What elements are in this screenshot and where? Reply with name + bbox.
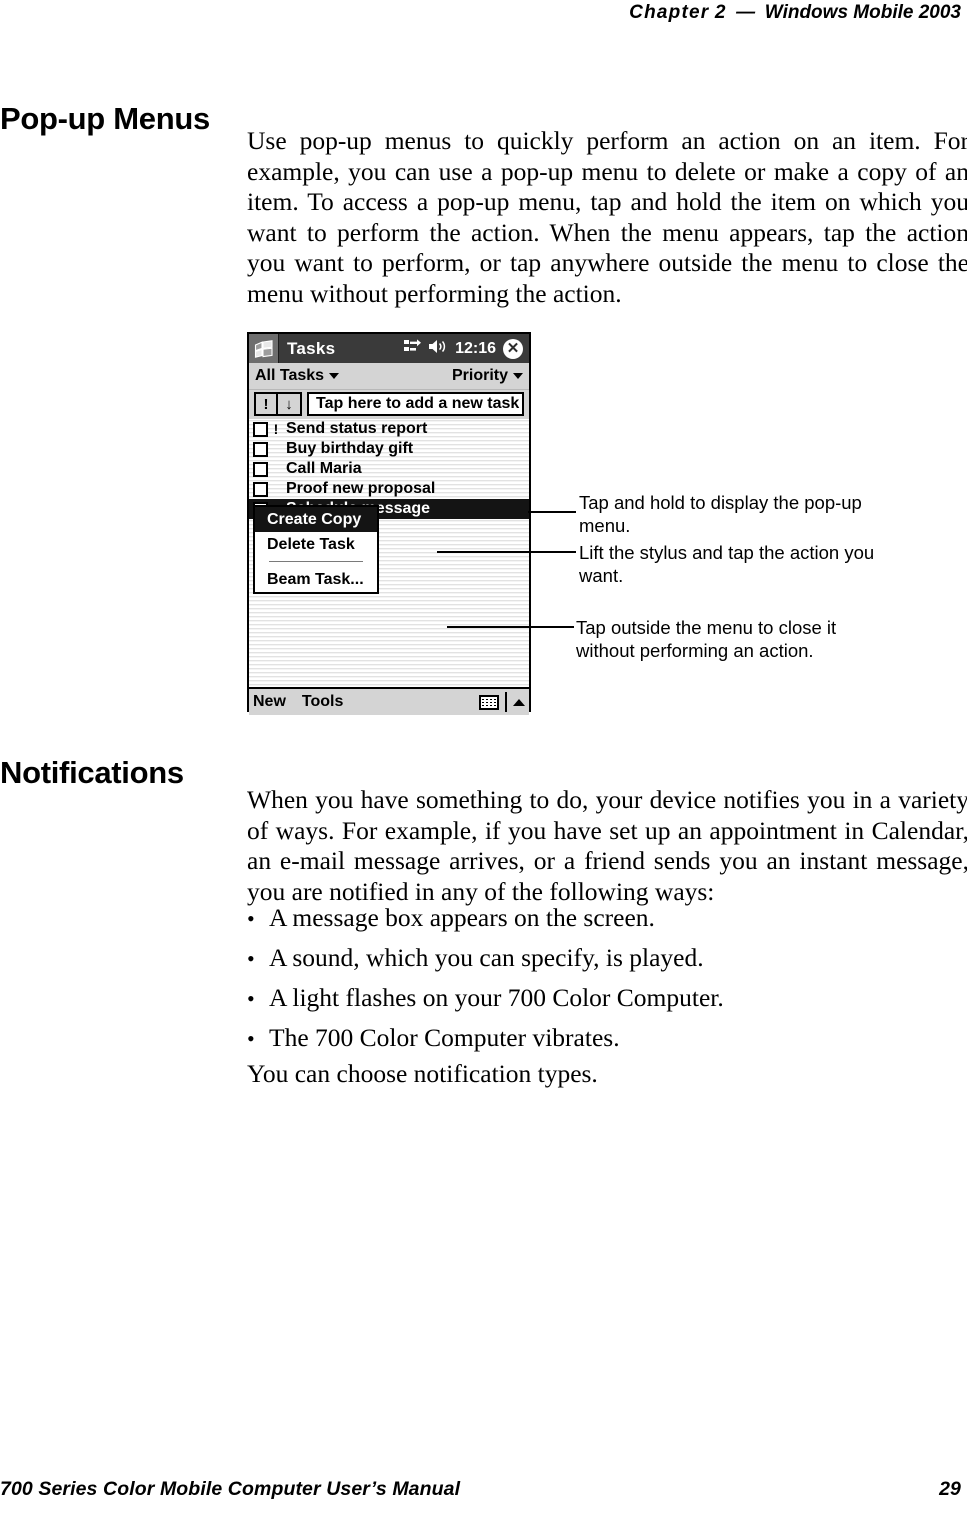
task-list-item[interactable]: ! Send status report: [249, 419, 529, 439]
running-head-dash: —: [736, 2, 756, 23]
pda-filter-bar: All Tasks Priority: [249, 363, 529, 390]
running-head-chapter-number: 2: [714, 2, 727, 23]
list-item: • A sound, which you can specify, is pla…: [247, 943, 967, 974]
bullet-icon: •: [247, 906, 255, 931]
popup-menus-paragraph: Use pop-up menus to quickly perform an a…: [247, 126, 967, 308]
new-menu-button[interactable]: New: [253, 693, 286, 711]
task-list-item[interactable]: Proof new proposal: [249, 479, 529, 499]
toolbar-divider: [505, 692, 507, 712]
section-heading-notifications: Notifications: [0, 754, 184, 790]
notifications-bullet-list: • A message box appears on the screen. •…: [247, 903, 967, 1063]
task-sort-label: Priority: [451, 367, 508, 384]
pda-task-list: ! Send status report Buy birthday gift C…: [249, 419, 529, 687]
task-list-item[interactable]: Buy birthday gift: [249, 439, 529, 459]
task-label: Buy birthday gift: [286, 440, 414, 457]
list-item-label: The 700 Color Computer vibrates.: [269, 1023, 620, 1052]
task-list-item[interactable]: Call Maria: [249, 459, 529, 479]
pda-title-bar-status-icons: 12:16 ✕: [404, 338, 529, 359]
list-item-label: A light flashes on your 700 Color Comput…: [269, 983, 724, 1012]
menu-item-beam-task[interactable]: Beam Task...: [255, 567, 377, 592]
running-head: Chapter 2 — Windows Mobile 2003: [629, 2, 961, 24]
keyboard-icon-row: [482, 704, 496, 706]
callout-tap-and-hold: Tap and hold to display the pop-up menu.: [579, 492, 862, 536]
task-checkbox[interactable]: [253, 441, 268, 457]
volume-icon[interactable]: [428, 339, 448, 359]
task-filter-label: All Tasks: [255, 367, 325, 384]
task-sort-dropdown[interactable]: Priority: [452, 367, 523, 385]
list-item-label: A sound, which you can specify, is playe…: [269, 943, 704, 972]
pda-title-bar: Tasks 12:16 ✕: [249, 334, 529, 363]
chevron-up-icon[interactable]: [513, 698, 525, 706]
task-filter-dropdown[interactable]: All Tasks: [255, 367, 340, 385]
callout-leader-line: [437, 551, 576, 553]
sort-direction-button[interactable]: ↓: [278, 392, 302, 416]
priority-filter-button[interactable]: !: [254, 392, 278, 416]
list-item: • The 700 Color Computer vibrates.: [247, 1023, 967, 1054]
bullet-icon: •: [247, 946, 255, 971]
callout-tap-outside: Tap outside the menu to close it without…: [576, 617, 837, 661]
keyboard-icon[interactable]: [479, 694, 499, 710]
close-icon[interactable]: ✕: [503, 338, 523, 359]
task-label: Proof new proposal: [286, 480, 436, 497]
task-priority-icon: !: [273, 421, 279, 437]
context-popup-menu: Create Copy Delete Task Beam Task...: [253, 505, 379, 594]
menu-item-create-copy[interactable]: Create Copy: [255, 507, 377, 532]
notifications-paragraph: When you have something to do, your devi…: [247, 785, 967, 906]
notifications-closing-paragraph: You can choose notification types.: [247, 1059, 598, 1088]
notifications-closing-block: You can choose notification types.: [247, 1059, 967, 1090]
task-label: Call Maria: [286, 460, 362, 477]
windows-flag-icon: [249, 334, 279, 363]
callout-lift-stylus: Lift the stylus and tap the action you w…: [579, 542, 875, 586]
chevron-down-icon: [513, 373, 523, 379]
footer-page-number: 29: [939, 1478, 961, 1500]
pda-command-bar: New Tools: [249, 687, 529, 715]
notifications-paragraph-block: When you have something to do, your devi…: [247, 785, 967, 907]
menu-separator: [269, 561, 363, 562]
tools-menu-button[interactable]: Tools: [302, 693, 343, 711]
popup-menus-paragraph-block: Use pop-up menus to quickly perform an a…: [247, 126, 967, 310]
callout-leader-line: [528, 511, 576, 513]
callout-leader-line: [447, 626, 574, 628]
pda-app-title: Tasks: [287, 338, 336, 358]
running-head-title: Windows Mobile 2003: [764, 2, 961, 23]
task-checkbox[interactable]: [253, 481, 268, 497]
task-checkbox[interactable]: [253, 461, 268, 477]
bullet-icon: •: [247, 1026, 255, 1051]
keyboard-icon-row: [482, 701, 496, 703]
pda-new-task-row: ! ↓ Tap here to add a new task: [249, 390, 529, 419]
menu-item-delete-task[interactable]: Delete Task: [255, 532, 377, 557]
connectivity-icon[interactable]: [404, 338, 422, 359]
section-heading-popup-menus: Pop-up Menus: [0, 100, 210, 136]
pda-clock: 12:16: [455, 339, 496, 357]
pda-device-screenshot: Tasks 12:16 ✕ All Tasks Priority ! ↓ Tap…: [247, 332, 531, 715]
input-panel-controls: [479, 692, 525, 712]
bullet-icon: •: [247, 986, 255, 1011]
list-item: • A message box appears on the screen.: [247, 903, 967, 934]
new-task-input[interactable]: Tap here to add a new task: [307, 392, 524, 416]
task-checkbox[interactable]: [253, 421, 268, 437]
list-item: • A light flashes on your 700 Color Comp…: [247, 983, 967, 1014]
list-item-label: A message box appears on the screen.: [269, 903, 655, 932]
running-head-chapter-label: Chapter: [629, 2, 710, 23]
chevron-down-icon: [329, 373, 340, 379]
task-label: Send status report: [286, 420, 428, 437]
keyboard-icon-row: [482, 698, 496, 700]
footer-manual-title: 700 Series Color Mobile Computer User’s …: [0, 1478, 461, 1500]
